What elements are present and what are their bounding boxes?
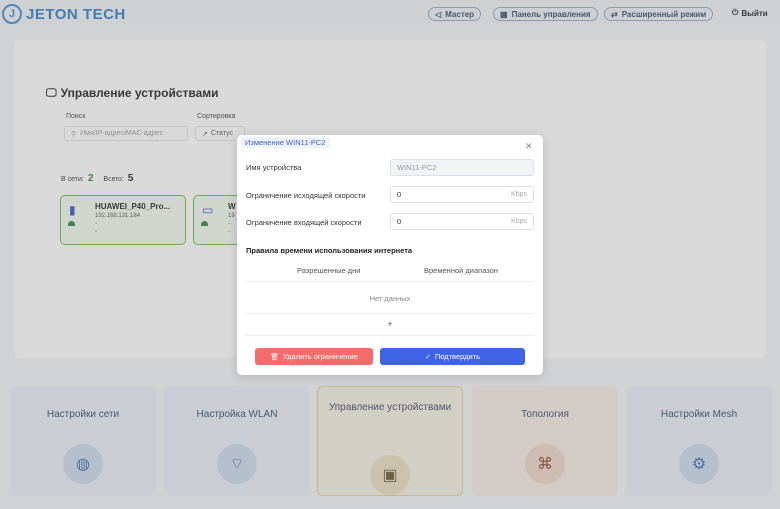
rules-title: Правила времени использования интернета xyxy=(246,246,413,255)
check-icon: ✓ xyxy=(424,353,431,361)
download-unit: Kbps xyxy=(511,218,527,225)
download-limit-value: 0 xyxy=(397,217,402,226)
divider xyxy=(246,313,534,314)
divider xyxy=(246,281,534,282)
delete-limit-button[interactable]: 🗑 Удалить ограничение xyxy=(255,348,373,365)
divider xyxy=(246,335,534,336)
download-limit-label: Ограничение входящей скорости xyxy=(246,218,362,227)
device-name-label: Имя устройства xyxy=(246,163,302,172)
confirm-label: Подтвердить xyxy=(434,352,481,361)
column-header-days: Разрешенные дни xyxy=(297,266,361,275)
trash-icon: 🗑 xyxy=(270,353,279,361)
upload-limit-label: Ограничение исходящей скорости xyxy=(246,191,366,200)
empty-table-text: Нет данных xyxy=(369,294,411,303)
upload-limit-value: 0 xyxy=(397,190,402,199)
dialog-title: Изменение WIN11-PC2 xyxy=(241,137,330,148)
download-limit-input[interactable]: 0 Kbps xyxy=(390,213,534,230)
upload-unit: Kbps xyxy=(511,191,527,198)
delete-limit-label: Удалить ограничение xyxy=(283,352,358,361)
upload-limit-input[interactable]: 0 Kbps xyxy=(390,186,534,203)
close-icon[interactable]: ✕ xyxy=(525,141,533,152)
column-header-time-range: Временной диапазон xyxy=(424,266,498,275)
add-rule-button[interactable]: + xyxy=(237,319,543,329)
edit-device-dialog: Изменение WIN11-PC2 ✕ Имя устройства WIN… xyxy=(237,135,543,375)
device-name-field[interactable]: WIN11-PC2 xyxy=(390,159,534,176)
device-name-value: WIN11-PC2 xyxy=(397,163,437,172)
confirm-button[interactable]: ✓ Подтвердить xyxy=(380,348,525,365)
